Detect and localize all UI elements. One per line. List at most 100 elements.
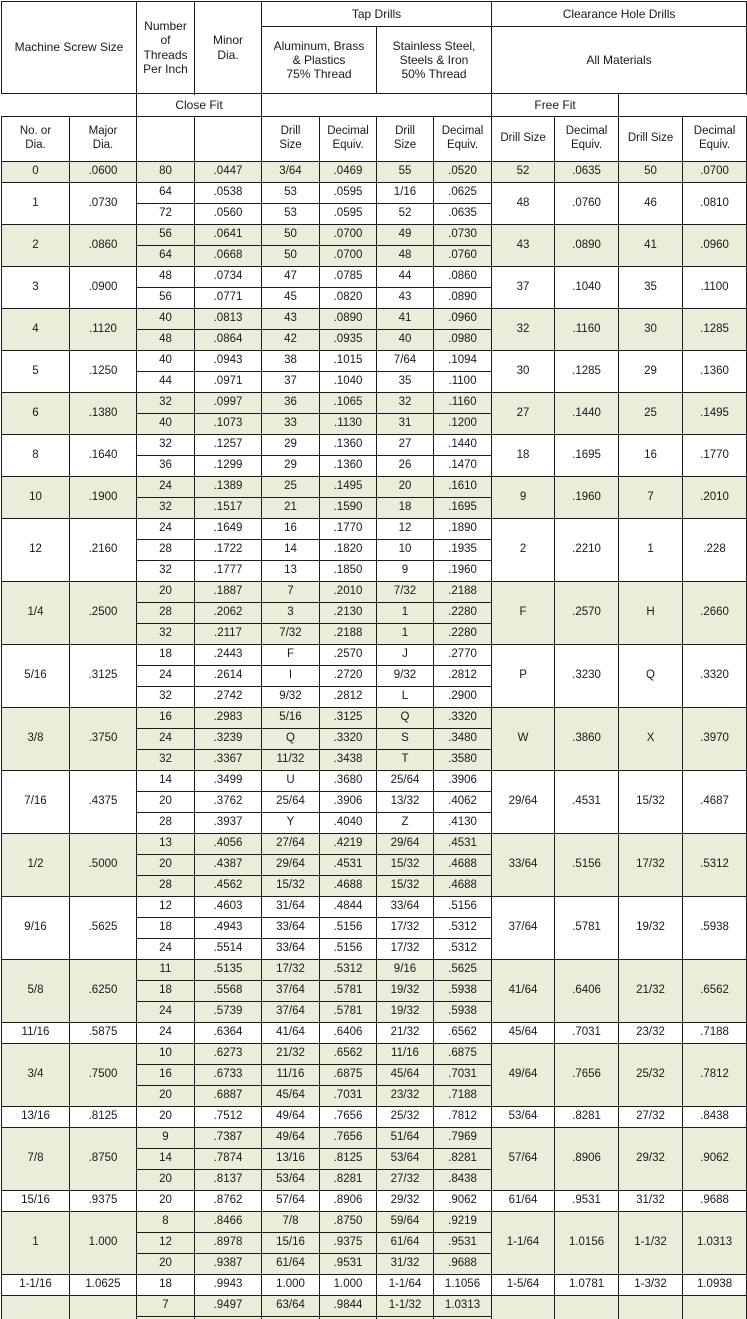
cell-threads-per-inch: 20 — [136, 854, 195, 876]
cell-tap75-drill-size: 47 — [261, 266, 320, 288]
cell-tap50-decimal: .0625 — [432, 182, 493, 204]
cell-close-fit-drill-size: 61/64 — [491, 1190, 556, 1212]
cell-threads-per-inch: 24 — [136, 938, 195, 960]
cell-tap50-drill-size: 17/32 — [376, 917, 434, 939]
cell-free-fit-decimal: .2010 — [682, 476, 747, 519]
cell-tap50-decimal: .1100 — [432, 371, 493, 393]
cell-tap75-decimal: .0890 — [319, 308, 377, 330]
cell-tap75-decimal: .1015 — [319, 350, 377, 372]
table-row: 5/8.6250 11.5135 17/32.5312 9/16.5625 41/64.… — [1, 959, 747, 1023]
cell-threads-per-inch: 18 — [136, 1274, 195, 1296]
cell-close-fit-drill-size: 9 — [491, 476, 556, 519]
cell-free-fit-decimal: .4687 — [682, 770, 747, 834]
cell-tap50-drill-size: 52 — [376, 203, 434, 225]
cell-free-fit-decimal: .1285 — [682, 308, 747, 351]
cell-threads-per-inch: 40 — [136, 413, 195, 435]
cell-major-dia: 1.0625 — [69, 1274, 137, 1296]
cell-tap50-drill-size: 12 — [376, 518, 434, 540]
cell-free-fit-drill-size: 35 — [618, 266, 684, 309]
cell-major-dia: .9375 — [69, 1190, 137, 1212]
cell-major-dia: .0600 — [69, 161, 137, 183]
cell-tap75-decimal: .0595 — [319, 182, 377, 204]
cell-tap50-decimal: .6562 — [432, 1022, 493, 1044]
cell-tap50-drill-size: 1 — [376, 602, 434, 624]
cell-major-dia: .4375 — [69, 770, 137, 834]
cell-tap50-drill-size: 29/64 — [376, 833, 434, 855]
cell-tap75-drill-size: 31/64 — [261, 896, 320, 918]
cell-minor-dia: .2117 — [194, 623, 262, 645]
cell-threads-per-inch: 32 — [136, 623, 195, 645]
cell-tap50-drill-size: 32 — [376, 392, 434, 414]
cell-major-dia: .3750 — [69, 707, 137, 771]
cell-tap75-decimal: .1040 — [319, 371, 377, 393]
cell-tap75-decimal: .6562 — [319, 1043, 377, 1065]
cell-threads-per-inch: 20 — [136, 791, 195, 813]
cell-major-dia: .0730 — [69, 182, 137, 225]
cell-free-fit-drill-size: 1 — [618, 518, 684, 582]
cell-minor-dia: .0734 — [194, 266, 262, 288]
cell-tap75-decimal: .0785 — [319, 266, 377, 288]
cell-tap75-drill-size: 61/64 — [261, 1253, 320, 1275]
cell-major-dia: 1.1250 — [69, 1295, 137, 1319]
table-row: 7/16.4375 14.3499 U .3680 25/64.3906 29/64.45… — [1, 770, 747, 834]
cell-free-fit-drill-size: 50 — [618, 161, 684, 183]
cell-major-dia: .1120 — [69, 308, 137, 351]
cell-tap50-decimal: .2770 — [432, 644, 493, 666]
cell-threads-per-inch: 24 — [136, 665, 195, 687]
table-row: 6.1380 32.0997 36.1065 32.1160 27.1440 25.149… — [1, 392, 747, 435]
cell-threads-per-inch: 28 — [136, 812, 195, 834]
cell-screw-size: 3/4 — [1, 1043, 70, 1107]
cell-tap75-decimal: .2570 — [319, 644, 377, 666]
cell-tap75-decimal: .1130 — [319, 413, 377, 435]
cell-tap75-drill-size: 29 — [261, 455, 320, 477]
cell-tap50-drill-size: 53/64 — [376, 1148, 434, 1170]
cell-threads-per-inch: 12 — [136, 1232, 195, 1254]
cell-free-fit-decimal: .9062 — [682, 1127, 747, 1191]
cell-tap75-drill-size: 29/64 — [261, 854, 320, 876]
cell-minor-dia: .8978 — [194, 1232, 262, 1254]
cell-tap50-drill-size: 27/32 — [376, 1169, 434, 1191]
cell-tap50-drill-size: 17/32 — [376, 938, 434, 960]
cell-minor-dia: .6364 — [194, 1022, 262, 1044]
cell-threads-per-inch: 24 — [136, 518, 195, 540]
table-row: 13/16.8125 20.7512 49/64.7656 25/32.7812 53/… — [1, 1106, 747, 1128]
cell-screw-size: 13/16 — [1, 1106, 70, 1128]
cell-free-fit-decimal: .3970 — [682, 707, 747, 771]
cell-free-fit-drill-size: 41 — [618, 224, 684, 267]
cell-threads-per-inch: 28 — [136, 602, 195, 624]
header-free-fit: Free Fit — [491, 93, 620, 117]
cell-major-dia: .2160 — [69, 518, 137, 582]
cell-tap50-decimal: .6875 — [432, 1043, 493, 1065]
cell-close-fit-drill-size: 30 — [491, 350, 556, 393]
cell-minor-dia: .8466 — [194, 1211, 262, 1233]
cell-threads-per-inch: 44 — [136, 371, 195, 393]
cell-tap50-decimal: .7031 — [432, 1064, 493, 1086]
cell-threads-per-inch: 20 — [136, 1085, 195, 1107]
cell-tap50-decimal: .4062 — [432, 791, 493, 813]
header-machine-screw-size: Machine Screw Size — [1, 1, 137, 94]
cell-tap75-drill-size: 36 — [261, 392, 320, 414]
cell-minor-dia: .1257 — [194, 434, 262, 456]
cell-major-dia: .1900 — [69, 476, 137, 519]
cell-minor-dia: .2062 — [194, 602, 262, 624]
cell-tap75-drill-size: 45/64 — [261, 1085, 320, 1107]
cell-close-fit-drill-size: P — [491, 644, 556, 708]
cell-minor-dia: .0641 — [194, 224, 262, 246]
header-close-fit-drill-size: Drill Size — [491, 116, 556, 162]
cell-tap75-drill-size: 13/16 — [261, 1148, 320, 1170]
cell-tap50-decimal: .0635 — [432, 203, 493, 225]
cell-tap75-drill-size: 21/32 — [261, 1043, 320, 1065]
cell-tap75-decimal: .5781 — [319, 1001, 377, 1023]
cell-free-fit-decimal: .2660 — [682, 581, 747, 645]
table-row: 3.0900 48.0734 47.0785 44.0860 37.1040 35.110… — [1, 266, 747, 309]
cell-tap75-drill-size: 11/32 — [261, 749, 320, 771]
cell-minor-dia: .1887 — [194, 581, 262, 603]
cell-tap75-decimal: .7656 — [319, 1106, 377, 1128]
cell-threads-per-inch: 10 — [136, 1043, 195, 1065]
cell-tap50-drill-size: 7/32 — [376, 581, 434, 603]
cell-tap75-drill-size: 50 — [261, 245, 320, 267]
cell-threads-per-inch: 32 — [136, 392, 195, 414]
cell-minor-dia: .1722 — [194, 539, 262, 561]
cell-tap50-drill-size: Q — [376, 707, 434, 729]
header-close-fit: Close Fit — [136, 93, 262, 117]
